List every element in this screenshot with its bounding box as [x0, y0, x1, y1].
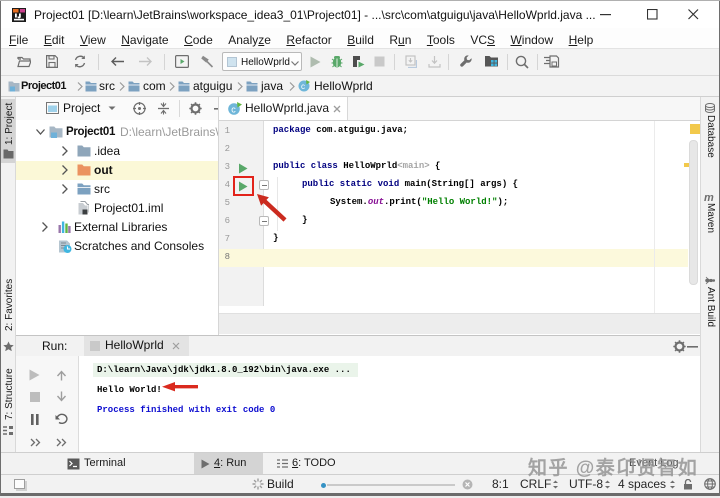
svg-text:c: c [301, 82, 305, 91]
svg-text:c: c [231, 105, 236, 115]
